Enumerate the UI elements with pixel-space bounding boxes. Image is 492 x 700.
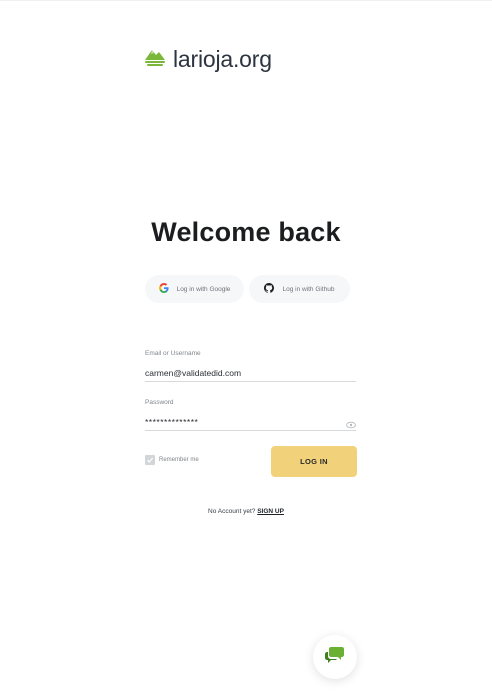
mountain-landscape-icon [143, 46, 167, 73]
brand-name: larioja.org [173, 46, 272, 72]
remember-checkbox[interactable] [145, 455, 155, 465]
login-page: larioja.org Welcome back Log in with Goo… [0, 0, 492, 700]
eye-icon[interactable] [346, 416, 356, 429]
checkmark-icon [147, 457, 154, 463]
github-icon [264, 283, 275, 295]
page-title: Welcome back [151, 217, 341, 247]
google-login-label: Log in with Google [176, 285, 231, 293]
google-icon [158, 283, 169, 295]
no-account-text: No Account yet? [208, 508, 256, 515]
email-label: Email or Username [145, 350, 201, 357]
email-input[interactable] [145, 364, 356, 382]
remember-me[interactable]: Remember me [145, 455, 199, 465]
chat-button[interactable] [313, 635, 357, 679]
signup-link[interactable]: SIGN UP [257, 508, 284, 515]
github-login-label: Log in with Github [282, 285, 335, 293]
password-label: Password [145, 399, 174, 406]
brand-logo[interactable]: larioja.org [143, 46, 272, 73]
login-button[interactable]: LOG IN [271, 446, 357, 477]
google-login-button[interactable]: Log in with Google [145, 275, 244, 303]
chat-bubbles-icon [325, 646, 345, 669]
github-login-button[interactable]: Log in with Github [249, 275, 350, 303]
remember-label: Remember me [159, 457, 199, 463]
signup-row: No Account yet? SIGN UP [0, 508, 492, 515]
password-input[interactable] [145, 413, 356, 431]
